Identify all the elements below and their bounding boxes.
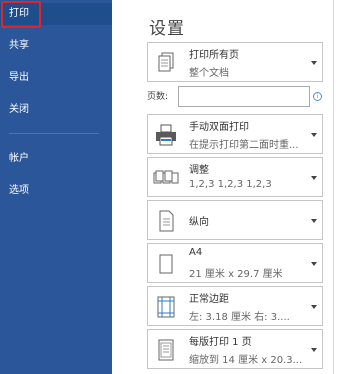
portrait-icon	[159, 210, 174, 232]
active-highlight-outline	[1, 1, 41, 28]
option-title: 手动双面打印	[189, 122, 249, 133]
pages-per-sheet-dropdown[interactable]: 每版打印 1 页 缩放到 14 厘米 x 20.3...	[147, 329, 323, 369]
chevron-down-icon	[311, 219, 317, 223]
backstage-sidebar: 打印 共享 导出 关闭 帐户 选项	[0, 0, 112, 374]
chevron-down-icon	[311, 262, 317, 266]
option-title: A4	[189, 247, 203, 258]
print-range-dropdown[interactable]: 打印所有页 整个文档	[147, 42, 323, 82]
duplex-dropdown[interactable]: 手动双面打印 在提示打印第二面时重...	[147, 114, 323, 154]
nav-item-export[interactable]: 导出	[0, 67, 112, 89]
option-title: 正常边距	[189, 294, 229, 305]
nav-divider	[9, 133, 99, 134]
chevron-down-icon	[311, 61, 317, 65]
document-pages-icon	[158, 52, 174, 72]
option-subtitle: 在提示打印第二面时重...	[189, 140, 299, 151]
info-icon[interactable]: i	[313, 92, 322, 101]
nav-item-options[interactable]: 选项	[0, 180, 112, 202]
nav-item-account[interactable]: 帐户	[0, 148, 112, 170]
printer-icon	[156, 124, 176, 146]
option-subtitle: 21 厘米 x 29.7 厘米	[189, 269, 283, 280]
nav-item-label: 共享	[9, 40, 29, 51]
option-subtitle: 缩放到 14 厘米 x 20.3...	[189, 355, 303, 366]
chevron-down-icon	[311, 348, 317, 352]
nav-item-label: 选项	[9, 185, 29, 196]
nav-item-label: 帐户	[9, 153, 29, 164]
collate-dropdown[interactable]: 调整 1,2,3 1,2,3 1,2,3	[147, 157, 323, 197]
preview-divider	[333, 0, 334, 374]
chevron-down-icon	[311, 133, 317, 137]
nav-item-label: 关闭	[9, 104, 29, 115]
pages-input[interactable]	[178, 86, 310, 107]
paper-size-dropdown[interactable]: A4 21 厘米 x 29.7 厘米	[147, 243, 323, 283]
chevron-down-icon	[311, 305, 317, 309]
option-title: 每版打印 1 页	[189, 337, 252, 348]
chevron-down-icon	[311, 176, 317, 180]
pages-label: 页数:	[147, 92, 169, 102]
nav-item-close[interactable]: 关闭	[0, 99, 112, 121]
paper-size-icon	[159, 254, 173, 274]
option-title: 打印所有页	[189, 50, 239, 61]
option-subtitle: 整个文档	[189, 68, 229, 79]
nav-item-label: 导出	[9, 72, 29, 83]
pages-per-sheet-icon	[158, 339, 174, 361]
margins-dropdown[interactable]: 正常边距 左: 3.18 厘米 右: 3....	[147, 286, 323, 326]
option-title: 调整	[189, 165, 209, 176]
margins-icon	[157, 296, 175, 318]
orientation-dropdown[interactable]: 纵向	[147, 200, 323, 240]
option-subtitle: 左: 3.18 厘米 右: 3....	[189, 312, 290, 323]
option-subtitle: 1,2,3 1,2,3 1,2,3	[189, 179, 272, 190]
nav-item-share[interactable]: 共享	[0, 35, 112, 57]
settings-title: 设置	[149, 19, 185, 39]
collate-icon	[153, 170, 179, 184]
option-title: 纵向	[189, 217, 209, 228]
